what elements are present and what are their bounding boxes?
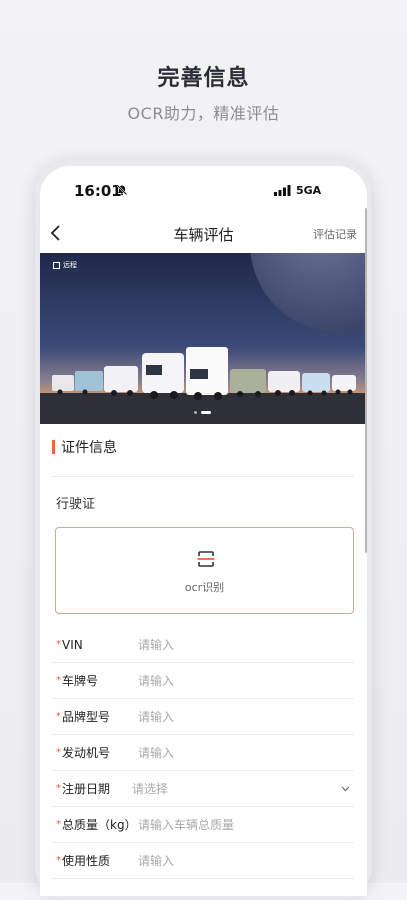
assessment-history-link[interactable]: 评估记录 (313, 226, 357, 242)
field-brand-model: * 品牌型号 (52, 699, 354, 735)
ocr-label: ocr识别 (184, 581, 225, 594)
vin-input[interactable] (138, 637, 328, 652)
promo-title: 完善信息 (157, 66, 250, 91)
registration-date-select[interactable] (132, 781, 322, 796)
status-time: 16:01 (74, 182, 122, 200)
field-usage-nature: * 使用性质 (52, 843, 354, 879)
field-label: 使用性质 (62, 854, 111, 868)
signal-icon (274, 185, 291, 196)
required-mark: * (56, 711, 61, 722)
required-mark: * (56, 783, 61, 794)
carousel-dot[interactable] (194, 411, 197, 414)
banner-image (40, 253, 367, 424)
section-title: 证件信息 (61, 440, 117, 456)
mute-bell-icon (116, 184, 128, 196)
field-registration-date[interactable]: * 注册日期 (52, 771, 354, 807)
brand-logo: 远程 (53, 260, 77, 270)
field-plate: * 车牌号 (52, 663, 354, 699)
engine-number-input[interactable] (138, 745, 328, 760)
required-mark: * (56, 855, 61, 866)
field-label: 总质量（kg） (62, 818, 137, 832)
divider (52, 476, 354, 477)
required-mark: * (56, 675, 61, 686)
form-fields: * VIN * 车牌号 * 品牌型号 * 发动机号 * 注册日期 (52, 627, 354, 879)
nav-bar: 车辆评估 评估记录 (40, 214, 367, 252)
field-gross-mass: * 总质量（kg） (52, 807, 354, 843)
ocr-scan-button[interactable]: ocr识别 (55, 527, 354, 614)
carousel-indicator (194, 411, 211, 414)
required-mark: * (56, 747, 61, 758)
scrollbar[interactable] (365, 208, 367, 553)
promo-subtitle: OCR助力，精准评估 (127, 104, 280, 123)
field-label: 品牌型号 (62, 710, 111, 724)
section-header: 证件信息 (52, 437, 117, 457)
banner-carousel[interactable]: 远程 (40, 253, 367, 424)
chevron-down-icon (341, 786, 350, 792)
field-label: 发动机号 (62, 746, 111, 760)
field-label: 注册日期 (62, 782, 111, 796)
required-mark: * (56, 639, 61, 650)
network-type: 5GA (296, 184, 322, 197)
gross-mass-input[interactable] (138, 817, 328, 832)
field-vin: * VIN (52, 627, 354, 663)
carousel-dot-active[interactable] (201, 411, 211, 414)
scan-icon (197, 551, 215, 567)
required-mark: * (56, 819, 61, 830)
brand-model-input[interactable] (138, 709, 328, 724)
field-label: 车牌号 (62, 674, 99, 688)
section-accent-bar (52, 440, 55, 454)
plate-number-input[interactable] (138, 673, 328, 688)
field-engine-number: * 发动机号 (52, 735, 354, 771)
document-label: 行驶证 (56, 497, 96, 512)
field-label: VIN (62, 637, 83, 652)
app-screen: 16:01 5GA 车辆评估 评估记录 远程 证件信息 行驶证 ocr识别 * … (40, 166, 367, 896)
usage-nature-input[interactable] (138, 853, 328, 868)
status-bar: 16:01 5GA (40, 166, 367, 214)
